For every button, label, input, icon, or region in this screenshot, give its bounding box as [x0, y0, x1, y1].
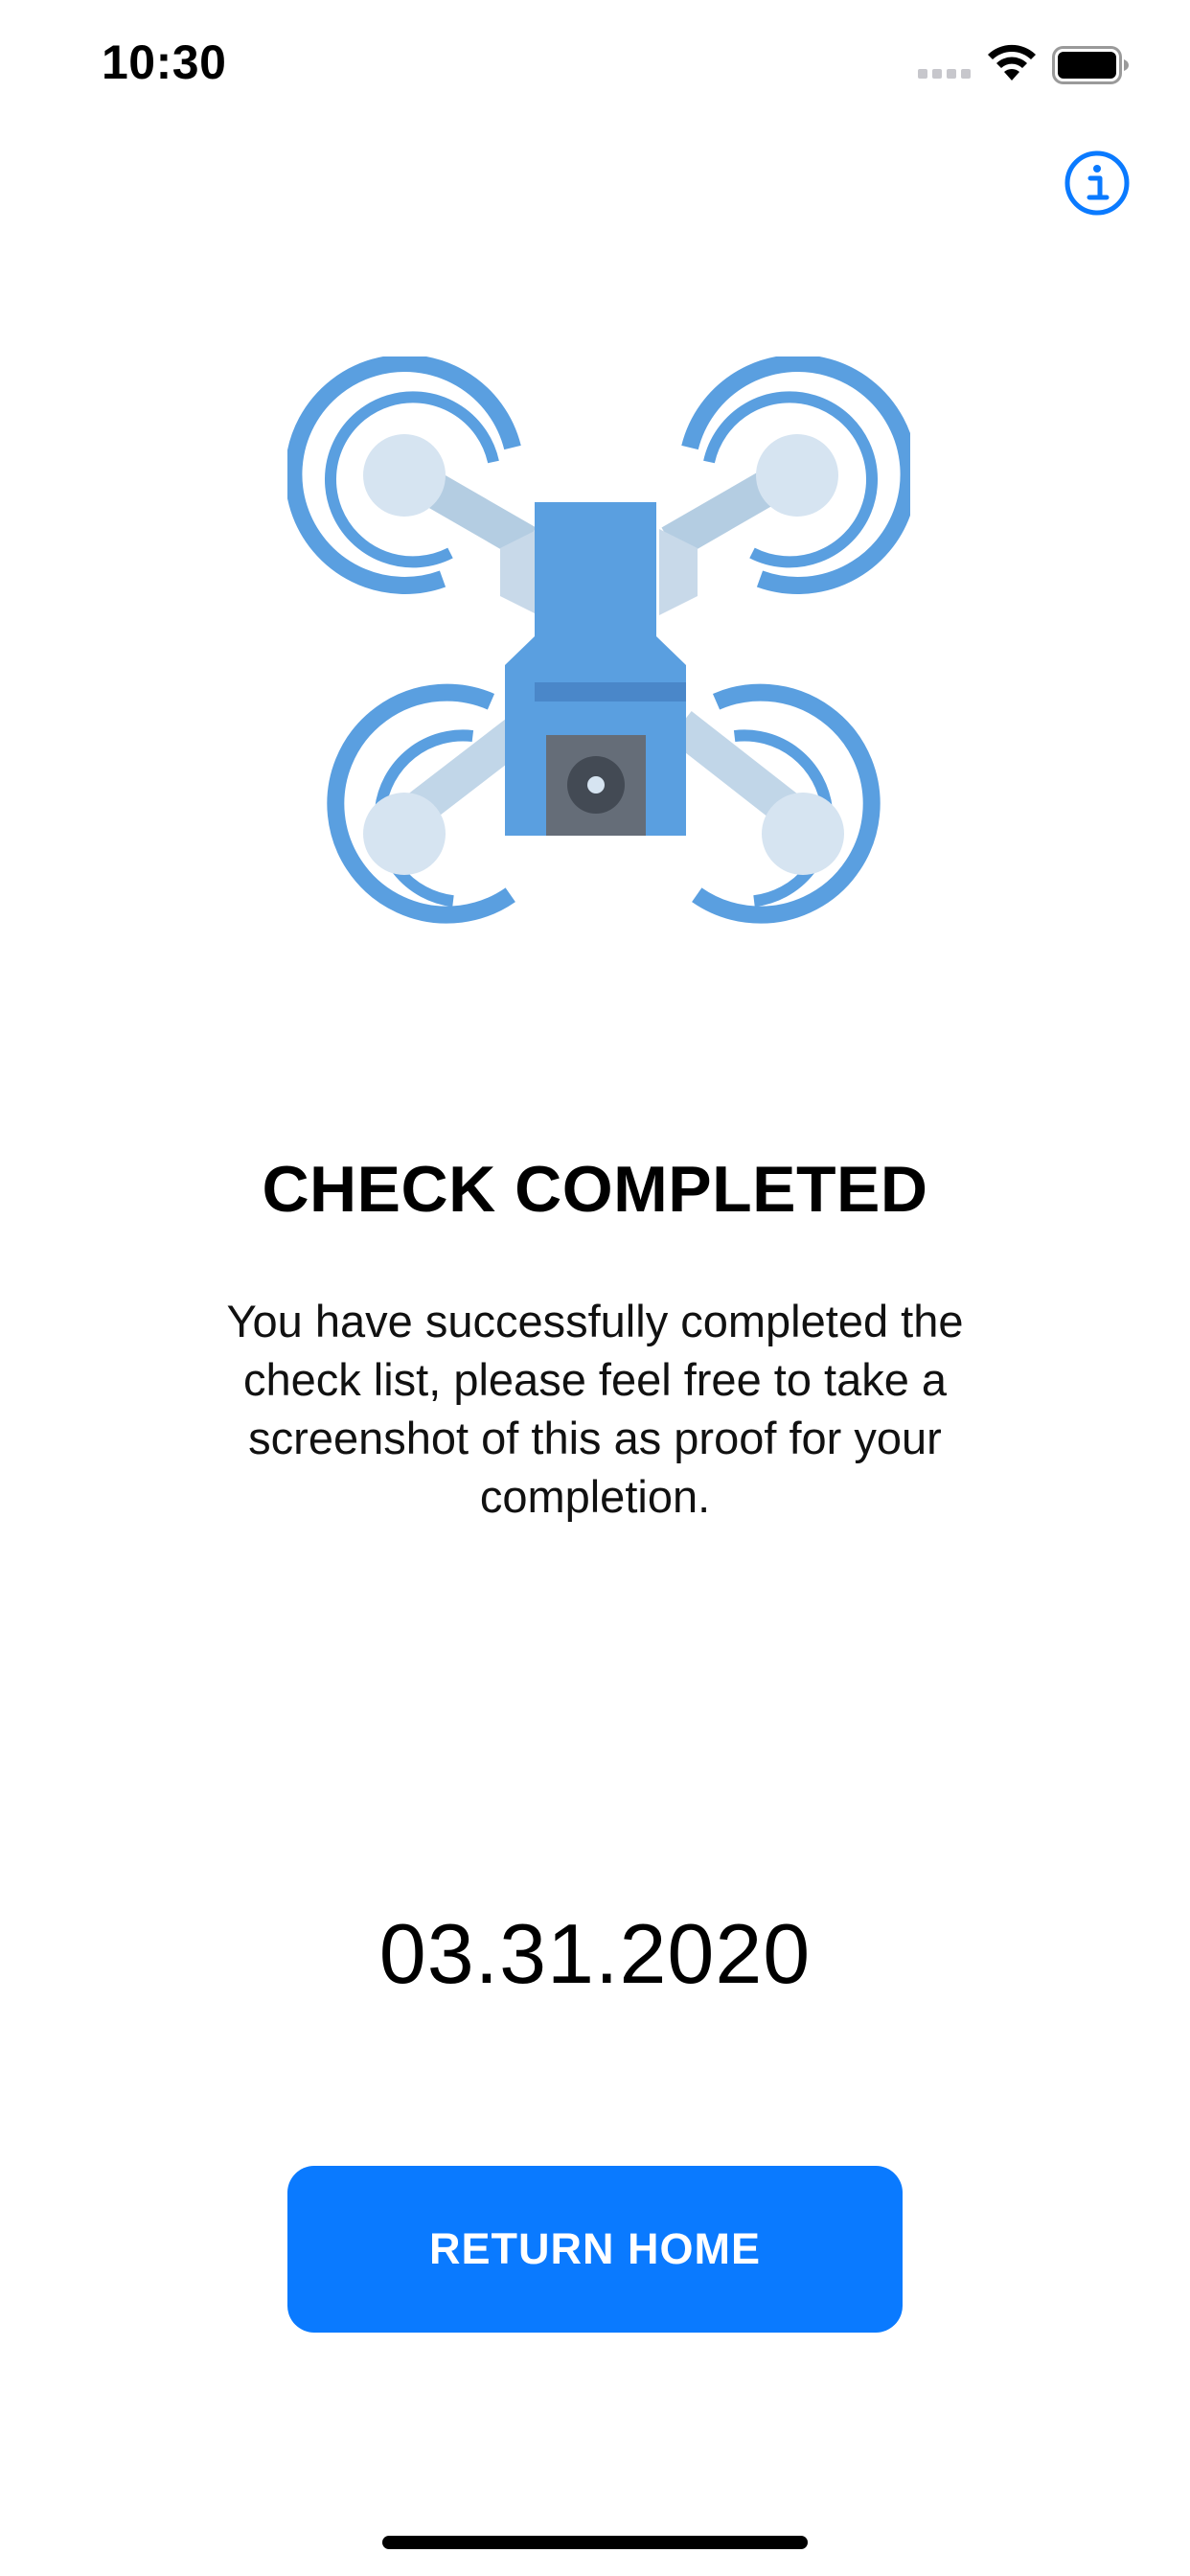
- info-icon[interactable]: [1064, 150, 1131, 217]
- drone-icon: [287, 356, 910, 924]
- rotor-bottom-right: [692, 683, 881, 924]
- home-indicator[interactable]: [382, 2536, 808, 2549]
- page-title: CHECK COMPLETED: [262, 1153, 928, 1226]
- rotor-top-left: [287, 356, 521, 594]
- completion-date: 03.31.2020: [378, 1906, 812, 2001]
- return-home-button[interactable]: RETURN HOME: [287, 2166, 903, 2333]
- wifi-icon: [988, 44, 1036, 80]
- completion-message: You have successfully completed the chec…: [226, 1296, 964, 1522]
- status-time: 10:30: [102, 35, 227, 89]
- signal-icon: [918, 69, 971, 79]
- rotor-bottom-left: [327, 683, 515, 924]
- status-bar: 10:30: [0, 0, 1190, 126]
- battery-icon: [1052, 46, 1129, 84]
- rotor-top-right: [681, 356, 910, 594]
